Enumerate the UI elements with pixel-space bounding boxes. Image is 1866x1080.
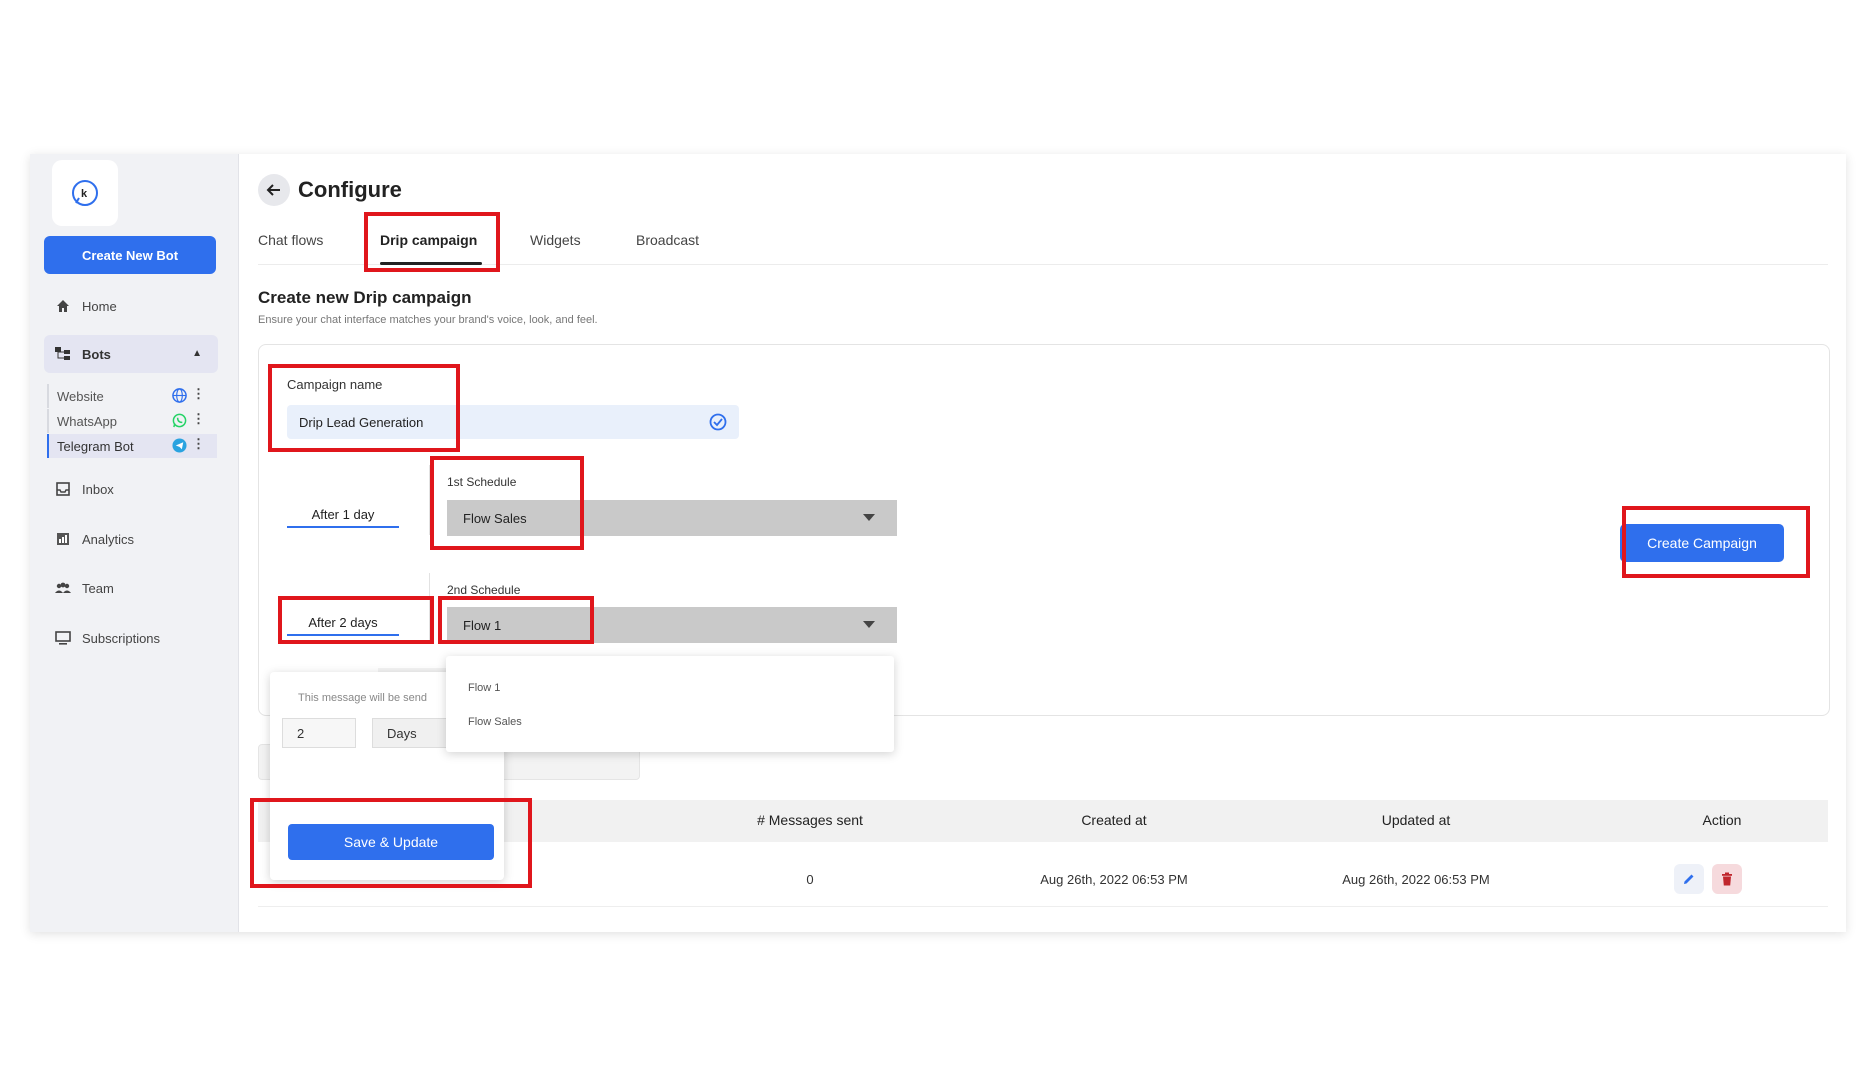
column-header-action: Action	[1702, 812, 1742, 828]
analytics-icon	[54, 530, 72, 548]
delay-unit-select[interactable]: Days	[372, 718, 452, 748]
chevron-up-icon[interactable]: ▲	[192, 348, 202, 359]
highlight-box	[268, 364, 460, 452]
cell-updated-at: Aug 26th, 2022 06:53 PM	[1342, 872, 1490, 887]
sidebar: k Create New Bot Home Bots ▲ Website ⋮ W…	[30, 154, 239, 932]
bot-label: Website	[57, 388, 104, 404]
team-icon	[54, 579, 72, 597]
whatsapp-icon	[172, 413, 187, 431]
tab-widgets[interactable]: Widgets	[530, 232, 581, 248]
table-row-divider	[258, 906, 1828, 907]
section-subtitle: Ensure your chat interface matches your …	[258, 314, 598, 326]
more-options-icon[interactable]: ⋮	[192, 386, 205, 402]
sidebar-item-analytics[interactable]: Analytics	[44, 522, 218, 556]
highlight-box	[430, 456, 584, 550]
sidebar-item-team[interactable]: Team	[44, 571, 218, 605]
create-new-bot-button[interactable]: Create New Bot	[44, 236, 216, 274]
pencil-icon	[1684, 874, 1694, 884]
sidebar-bot-website[interactable]: Website ⋮	[47, 384, 217, 408]
highlight-box	[1622, 506, 1810, 578]
sidebar-item-inbox[interactable]: Inbox	[44, 472, 218, 506]
inbox-icon	[54, 480, 72, 498]
logo[interactable]: k	[52, 160, 118, 226]
cell-messages-sent: 0	[806, 872, 814, 887]
tab-broadcast[interactable]: Broadcast	[636, 232, 699, 248]
page-title: Configure	[298, 177, 402, 202]
telegram-icon	[172, 438, 187, 456]
sidebar-item-bots[interactable]: Bots ▲	[44, 335, 218, 373]
sidebar-item-label: Analytics	[82, 531, 135, 547]
more-options-icon[interactable]: ⋮	[192, 436, 205, 452]
sidebar-item-label: Subscriptions	[82, 630, 161, 646]
highlight-box	[278, 596, 434, 644]
svg-text:k: k	[81, 188, 88, 200]
section-title: Create new Drip campaign	[258, 288, 472, 307]
edit-button[interactable]	[1674, 864, 1704, 894]
schedule-2-label: 2nd Schedule	[447, 583, 521, 597]
sidebar-item-home[interactable]: Home	[44, 289, 218, 323]
flow-dropdown-menu: Flow 1 Flow Sales	[446, 656, 894, 752]
back-arrow-icon[interactable]	[258, 174, 290, 206]
trash-icon	[1722, 872, 1732, 886]
sidebar-item-subscriptions[interactable]: Subscriptions	[44, 621, 218, 655]
column-header-messages-sent: # Messages sent	[757, 812, 863, 828]
column-header-updated-at: Updated at	[1381, 812, 1451, 828]
dropdown-option[interactable]: Flow 1	[468, 682, 500, 694]
schedule-1-delay[interactable]: After 1 day	[287, 507, 399, 528]
home-icon	[54, 297, 72, 315]
check-circle-icon	[709, 413, 727, 434]
sidebar-item-label: Team	[82, 580, 114, 596]
highlight-box	[250, 798, 532, 888]
highlight-box	[438, 596, 594, 644]
more-options-icon[interactable]: ⋮	[192, 411, 205, 427]
sidebar-item-label: Home	[82, 298, 117, 314]
sidebar-item-label: Bots	[82, 346, 111, 362]
cell-created-at: Aug 26th, 2022 06:53 PM	[1040, 872, 1188, 887]
highlight-box	[364, 212, 500, 272]
logo-icon: k	[72, 180, 98, 206]
bot-label: WhatsApp	[57, 413, 117, 429]
sidebar-bot-telegram[interactable]: Telegram Bot ⋮	[47, 434, 217, 458]
globe-icon	[172, 388, 187, 406]
column-header-created-at: Created at	[1081, 812, 1147, 828]
dropdown-option[interactable]: Flow Sales	[468, 716, 522, 728]
delete-button[interactable]	[1712, 864, 1742, 894]
delay-number-input[interactable]: 2	[282, 718, 356, 748]
subscriptions-icon	[54, 629, 72, 647]
bot-label: Telegram Bot	[57, 438, 134, 454]
bots-icon	[54, 345, 72, 363]
dropdown-arrow-icon	[863, 514, 875, 521]
sidebar-bot-whatsapp[interactable]: WhatsApp ⋮	[47, 409, 217, 433]
tab-chat-flows[interactable]: Chat flows	[258, 232, 323, 248]
sidebar-item-label: Inbox	[82, 481, 114, 497]
popup-message-text: This message will be send	[298, 692, 428, 704]
dropdown-arrow-icon	[863, 621, 875, 628]
